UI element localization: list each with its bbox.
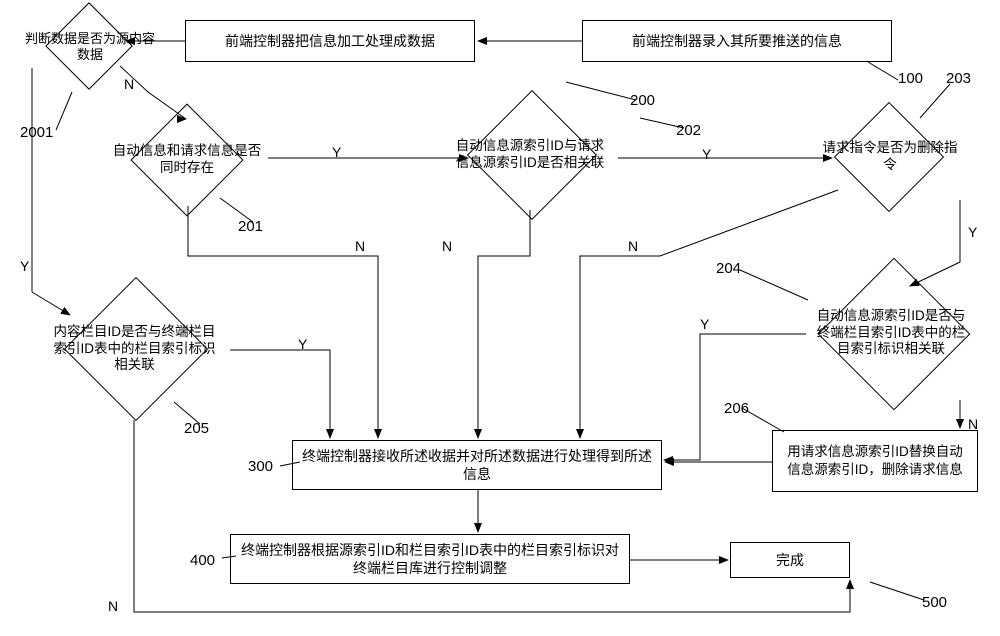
yn-203-y: Y [968,224,977,240]
yn-201-n: N [355,238,365,254]
yn-205-n: N [108,598,118,614]
decision-delete-cmd: 请求指令是否为删除指令 [800,102,980,212]
label-201: 201 [238,218,263,235]
label-205: 205 [184,420,209,437]
yn-204-n: N [968,416,978,432]
yn-205-y: Y [298,336,307,352]
yn-202-n: N [442,238,452,254]
label-200: 200 [630,92,655,109]
label-100: 100 [898,70,923,87]
decision-content-col-related-text: 内容栏目ID是否与终端栏目索引ID表中的栏目索引标识相关联 [52,324,217,375]
decision-source-content: 判断数据是否为源内容数据 [20,7,160,87]
node-input-text: 前端控制器录入其所要推送的信息 [632,32,842,50]
decision-content-col-related: 内容栏目ID是否与终端栏目索引ID表中的栏目索引标识相关联 [30,274,240,424]
node-done-text: 完成 [776,551,804,569]
yn-203-n: N [628,238,638,254]
node-recv-text: 终端控制器接收所述收据并对所述数据进行处理得到所述信息 [301,447,653,483]
node-replace-text: 用请求信息源索引ID替换自动信息源索引ID，删除请求信息 [781,443,969,478]
decision-auto-req-exist: 自动信息和请求信息是否同时存在 [92,105,282,215]
decision-auto-req-exist-text: 自动信息和请求信息是否同时存在 [112,143,262,177]
decision-delete-cmd-text: 请求指令是否为删除指令 [820,140,960,174]
node-adjust-text: 终端控制器根据源索引ID和栏目索引ID表中的栏目索引标识对终端栏目库进行控制调整 [239,541,621,577]
label-202: 202 [676,122,701,139]
label-2001: 2001 [20,124,53,141]
yn-2001-n: N [124,76,134,92]
node-recv: 终端控制器接收所述收据并对所述数据进行处理得到所述信息 [292,440,662,490]
decision-ids-related: 自动信息源索引ID与请求信息源索引ID是否相关联 [430,90,630,220]
label-203: 203 [946,70,971,87]
node-input: 前端控制器录入其所要推送的信息 [582,20,892,62]
yn-202-y: Y [702,146,711,162]
label-300: 300 [248,458,273,475]
decision-auto-col-related: 自动信息源索引ID是否与终端栏目索引ID表中的栏目索引标识相关联 [790,248,990,418]
yn-201-y: Y [332,144,341,160]
node-adjust: 终端控制器根据源索引ID和栏目索引ID表中的栏目索引标识对终端栏目库进行控制调整 [230,534,630,584]
label-400: 400 [190,552,215,569]
yn-2001-y: Y [20,258,29,274]
decision-auto-col-related-text: 自动信息源索引ID是否与终端栏目索引ID表中的栏目索引标识相关联 [814,308,968,359]
node-done: 完成 [730,542,850,578]
label-204: 204 [716,260,741,277]
node-process-text: 前端控制器把信息加工处理成数据 [225,32,435,50]
decision-ids-related-text: 自动信息源索引ID与请求信息源索引ID是否相关联 [450,138,610,172]
yn-204-y: Y [700,316,709,332]
decision-source-content-text: 判断数据是否为源内容数据 [20,31,160,64]
label-500: 500 [922,594,947,611]
node-process: 前端控制器把信息加工处理成数据 [185,20,475,62]
node-replace: 用请求信息源索引ID替换自动信息源索引ID，删除请求信息 [772,430,978,492]
label-206: 206 [724,400,749,417]
